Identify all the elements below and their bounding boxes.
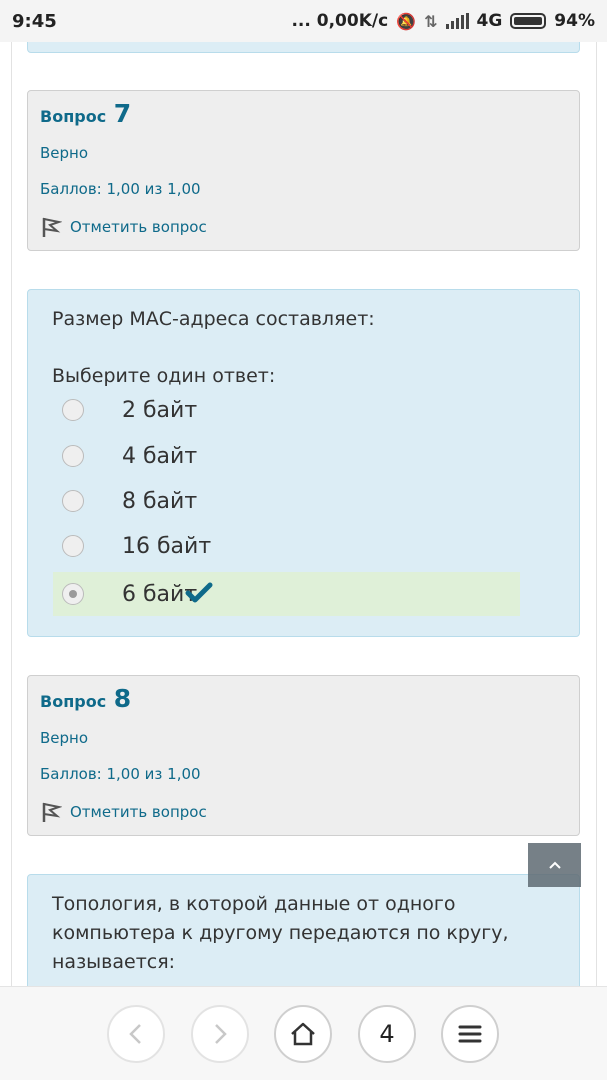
answer-label: 16 байт xyxy=(122,533,212,559)
scroll-to-top-button[interactable] xyxy=(528,843,581,887)
radio-button[interactable] xyxy=(62,535,84,557)
question-info-7: Вопрос 7 Верно Баллов: 1,00 из 1,00 Отме… xyxy=(27,90,580,251)
question-number-8: Вопрос 8 xyxy=(40,684,567,713)
answer-option[interactable]: 2 байт xyxy=(53,388,520,432)
question-formulation-8: Топология, в которой данные от одного ко… xyxy=(27,874,580,986)
flag-icon xyxy=(42,217,62,237)
battery-icon xyxy=(510,13,547,29)
chevron-left-icon xyxy=(129,1024,141,1044)
answer-option[interactable]: 8 байт xyxy=(53,479,520,523)
home-icon xyxy=(291,1022,315,1046)
network-speed: ... 0,00K/c xyxy=(291,11,389,31)
correct-checkmark-icon xyxy=(185,582,213,603)
signal-icon xyxy=(445,13,469,29)
flag-question-link[interactable]: Отметить вопрос xyxy=(40,216,567,238)
question-grade: Баллов: 1,00 из 1,00 xyxy=(40,765,201,783)
answer-label: 2 байт xyxy=(122,397,198,423)
question-text-line: Топология, в которой данные от одного xyxy=(52,893,456,915)
quiz-review-page: Вопрос 7 Верно Баллов: 1,00 из 1,00 Отме… xyxy=(0,42,607,986)
flag-question-label[interactable]: Отметить вопрос xyxy=(70,803,207,821)
page-border-left xyxy=(11,42,12,986)
question-text-line: компьютера к другому передаются по кругу… xyxy=(52,922,509,944)
hamburger-menu-icon xyxy=(458,1025,482,1043)
forward-button[interactable] xyxy=(191,1005,249,1063)
question-state: Верно xyxy=(40,144,89,162)
question-number: 7 xyxy=(113,99,132,128)
flag-icon xyxy=(42,802,62,822)
data-transfer-icon: ⇅ xyxy=(424,11,438,31)
question-label: Вопрос xyxy=(40,107,107,126)
question-number: 8 xyxy=(113,684,132,713)
question-number-7: Вопрос 7 xyxy=(40,99,567,128)
tab-count: 4 xyxy=(379,1020,395,1048)
question-label: Вопрос xyxy=(40,692,107,711)
flag-question-link[interactable]: Отметить вопрос xyxy=(40,801,567,823)
previous-question-text xyxy=(27,42,580,53)
answer-option-correct[interactable]: 6 байт xyxy=(53,572,520,616)
back-button[interactable] xyxy=(107,1005,165,1063)
answer-label: 8 байт xyxy=(122,488,198,514)
status-bar: 9:45 ... 0,00K/c 🔕 ⇅ 4G 94% xyxy=(0,0,607,42)
question-text: Размер МАС-адреса составляет: xyxy=(52,308,375,330)
menu-button[interactable] xyxy=(441,1005,499,1063)
network-type: 4G xyxy=(476,11,503,31)
radio-button[interactable] xyxy=(62,399,84,421)
question-text-line: называется: xyxy=(52,951,176,973)
question-state: Верно xyxy=(40,729,89,747)
answer-prompt: Выберите один ответ: xyxy=(52,365,276,387)
status-time: 9:45 xyxy=(12,10,57,32)
radio-button[interactable] xyxy=(62,490,84,512)
answer-label: 4 байт xyxy=(122,443,198,469)
browser-bottom-bar: 4 xyxy=(0,986,607,1080)
question-grade: Баллов: 1,00 из 1,00 xyxy=(40,180,201,198)
home-button[interactable] xyxy=(274,1005,332,1063)
flag-question-label[interactable]: Отметить вопрос xyxy=(70,218,207,236)
chevron-right-icon xyxy=(215,1024,227,1044)
answer-option[interactable]: 4 байт xyxy=(53,434,520,478)
answer-option[interactable]: 16 байт xyxy=(53,524,520,568)
question-formulation-7: Размер МАС-адреса составляет: Выберите о… xyxy=(27,289,580,637)
radio-button[interactable] xyxy=(62,445,84,467)
question-info-8: Вопрос 8 Верно Баллов: 1,00 из 1,00 Отме… xyxy=(27,675,580,836)
tabs-button[interactable]: 4 xyxy=(358,1005,416,1063)
radio-button-selected[interactable] xyxy=(62,583,84,605)
mute-icon: 🔕 xyxy=(396,11,417,31)
chevron-up-icon xyxy=(548,861,561,869)
page-border-right xyxy=(596,42,597,986)
battery-level: 94% xyxy=(554,11,595,31)
